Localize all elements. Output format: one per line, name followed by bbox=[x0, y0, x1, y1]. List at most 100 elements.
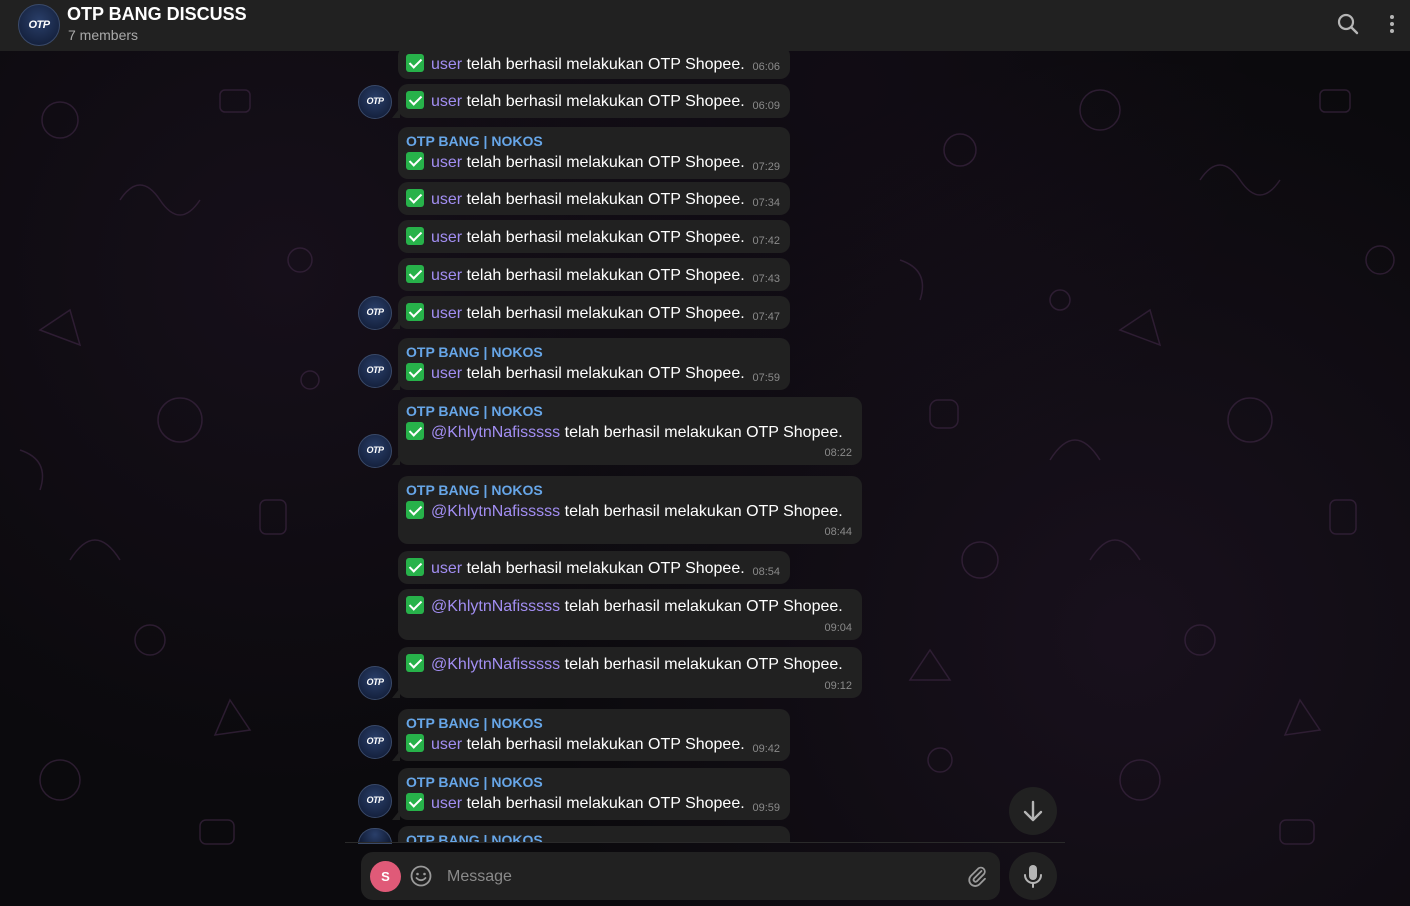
scroll-down-button[interactable] bbox=[1009, 787, 1057, 835]
message-bubble[interactable]: OTP BANG | NOKOS @KhlytnNafisssss telah … bbox=[392, 397, 862, 465]
message-bubble[interactable]: OTP BANG | NOKOS @KhlytnNafisssss telah … bbox=[398, 476, 862, 544]
message-composer: S bbox=[361, 852, 1000, 902]
message-bubble[interactable]: @KhlytnNafisssss telah berhasil melakuka… bbox=[392, 647, 862, 698]
sender-name[interactable]: OTP BANG | NOKOS bbox=[406, 774, 782, 791]
sender-avatar[interactable]: OTP bbox=[358, 434, 392, 468]
group-avatar-text: OTP bbox=[28, 19, 50, 31]
paperclip-icon[interactable] bbox=[965, 864, 989, 888]
check-mark-icon bbox=[406, 189, 424, 207]
more-vertical-icon[interactable] bbox=[1380, 12, 1404, 36]
message-text: telah berhasil melakukan OTP Shopee. bbox=[466, 267, 745, 284]
message-text: telah berhasil melakukan OTP Shopee. bbox=[466, 560, 745, 577]
sender-name[interactable]: OTP BANG | NOKOS bbox=[406, 344, 782, 361]
message-mention[interactable]: @KhlytnNafisssss bbox=[431, 656, 560, 673]
message-bubble[interactable]: user telah berhasil melakukan OTP Shopee… bbox=[398, 551, 790, 584]
send-as-avatar[interactable]: S bbox=[370, 861, 401, 892]
check-mark-icon bbox=[406, 265, 424, 283]
check-mark-icon bbox=[406, 152, 424, 170]
message-bubble[interactable]: OTP BANG | NOKOS user telah berhasil mel… bbox=[392, 709, 790, 761]
message-time: 06:06 bbox=[752, 61, 780, 73]
message-mention[interactable]: user bbox=[431, 305, 462, 322]
check-mark-icon bbox=[406, 363, 424, 381]
bubble-tail bbox=[392, 319, 400, 329]
check-mark-icon bbox=[406, 654, 424, 672]
sender-avatar-text: OTP bbox=[366, 736, 384, 746]
sender-name[interactable]: OTP BANG | NOKOS bbox=[406, 715, 782, 732]
message-time: 08:54 bbox=[752, 566, 780, 578]
emoji-icon[interactable] bbox=[409, 864, 433, 888]
message-bubble[interactable]: OTP BANG | NOKOS bbox=[398, 826, 790, 842]
message-mention[interactable]: @KhlytnNafisssss bbox=[431, 503, 560, 520]
message-text: telah berhasil melakukan OTP Shopee. bbox=[564, 656, 843, 673]
message-time: 06:09 bbox=[752, 100, 780, 112]
bubble-tail bbox=[392, 688, 400, 698]
message-bubble[interactable]: user telah berhasil melakukan OTP Shopee… bbox=[392, 84, 790, 118]
message-mention[interactable]: user bbox=[431, 267, 462, 284]
message-time: 07:29 bbox=[752, 161, 780, 173]
message-bubble[interactable]: OTP BANG | NOKOS user telah berhasil mel… bbox=[392, 338, 790, 390]
sender-avatar-text: OTP bbox=[366, 307, 384, 317]
message-time: 07:43 bbox=[752, 273, 780, 285]
member-count: 7 members bbox=[68, 27, 139, 43]
message-bubble[interactable]: @KhlytnNafisssss telah berhasil melakuka… bbox=[398, 589, 862, 640]
sender-avatar[interactable]: OTP bbox=[358, 354, 392, 388]
message-mention[interactable]: user bbox=[431, 229, 462, 246]
message-time: 09:04 bbox=[824, 622, 852, 634]
message-text: telah berhasil melakukan OTP Shopee. bbox=[564, 503, 843, 520]
bubble-tail bbox=[392, 751, 400, 761]
message-time: 07:47 bbox=[752, 311, 780, 323]
check-mark-icon bbox=[406, 54, 424, 72]
message-mention[interactable]: user bbox=[431, 365, 462, 382]
message-mention[interactable]: user bbox=[431, 191, 462, 208]
message-text: telah berhasil melakukan OTP Shopee. bbox=[466, 305, 745, 322]
sender-avatar-text: OTP bbox=[366, 365, 384, 375]
message-mention[interactable]: user bbox=[431, 795, 462, 812]
message-mention[interactable]: user bbox=[431, 560, 462, 577]
message-time: 07:59 bbox=[752, 372, 780, 384]
sender-avatar[interactable]: OTP bbox=[358, 85, 392, 119]
sender-avatar[interactable]: OTP bbox=[358, 296, 392, 330]
sender-name[interactable]: OTP BANG | NOKOS bbox=[406, 403, 854, 420]
sender-avatar[interactable]: OTP bbox=[358, 725, 392, 759]
message-time: 08:44 bbox=[824, 526, 852, 538]
message-mention[interactable]: user bbox=[431, 93, 462, 110]
sender-name[interactable]: OTP BANG | NOKOS bbox=[406, 832, 782, 842]
message-bubble[interactable]: OTP BANG | NOKOS user telah berhasil mel… bbox=[398, 127, 790, 179]
chat-title[interactable]: OTP BANG DISCUSS bbox=[67, 4, 247, 25]
message-mention[interactable]: user bbox=[431, 56, 462, 73]
message-bubble[interactable]: user telah berhasil melakukan OTP Shopee… bbox=[398, 220, 790, 253]
sender-name[interactable]: OTP BANG | NOKOS bbox=[406, 482, 854, 499]
message-input[interactable] bbox=[445, 852, 949, 902]
message-time: 09:12 bbox=[824, 680, 852, 692]
check-mark-icon bbox=[406, 303, 424, 321]
message-text: telah berhasil melakukan OTP Shopee. bbox=[466, 56, 745, 73]
bubble-tail bbox=[392, 380, 400, 390]
voice-message-button[interactable] bbox=[1009, 852, 1057, 900]
sender-avatar[interactable]: OTP bbox=[358, 784, 392, 818]
message-bubble[interactable]: user telah berhasil melakukan OTP Shopee… bbox=[398, 258, 790, 291]
arrow-down-icon bbox=[1023, 800, 1043, 822]
check-mark-icon bbox=[406, 793, 424, 811]
message-mention[interactable]: user bbox=[431, 154, 462, 171]
message-bubble[interactable]: OTP BANG | NOKOS user telah berhasil mel… bbox=[392, 768, 790, 820]
group-avatar[interactable]: OTP bbox=[18, 4, 60, 46]
sender-avatar[interactable]: OTP bbox=[358, 666, 392, 700]
message-bubble[interactable]: user telah berhasil melakukan OTP Shopee… bbox=[398, 182, 790, 215]
check-mark-icon bbox=[406, 422, 424, 440]
check-mark-icon bbox=[406, 734, 424, 752]
message-mention[interactable]: user bbox=[431, 736, 462, 753]
check-mark-icon bbox=[406, 501, 424, 519]
bubble-tail bbox=[392, 108, 400, 118]
message-text: telah berhasil melakukan OTP Shopee. bbox=[466, 93, 745, 110]
message-mention[interactable]: @KhlytnNafisssss bbox=[431, 598, 560, 615]
message-bubble[interactable]: user telah berhasil melakukan OTP Shopee… bbox=[392, 296, 790, 329]
message-text: telah berhasil melakukan OTP Shopee. bbox=[466, 365, 745, 382]
message-text: telah berhasil melakukan OTP Shopee. bbox=[466, 191, 745, 208]
message-text: telah berhasil melakukan OTP Shopee. bbox=[466, 229, 745, 246]
message-mention[interactable]: @KhlytnNafisssss bbox=[431, 424, 560, 441]
sender-name[interactable]: OTP BANG | NOKOS bbox=[406, 133, 782, 150]
search-icon[interactable] bbox=[1336, 12, 1360, 36]
composer-divider bbox=[345, 842, 1065, 843]
bubble-tail bbox=[392, 455, 400, 465]
check-mark-icon bbox=[406, 596, 424, 614]
